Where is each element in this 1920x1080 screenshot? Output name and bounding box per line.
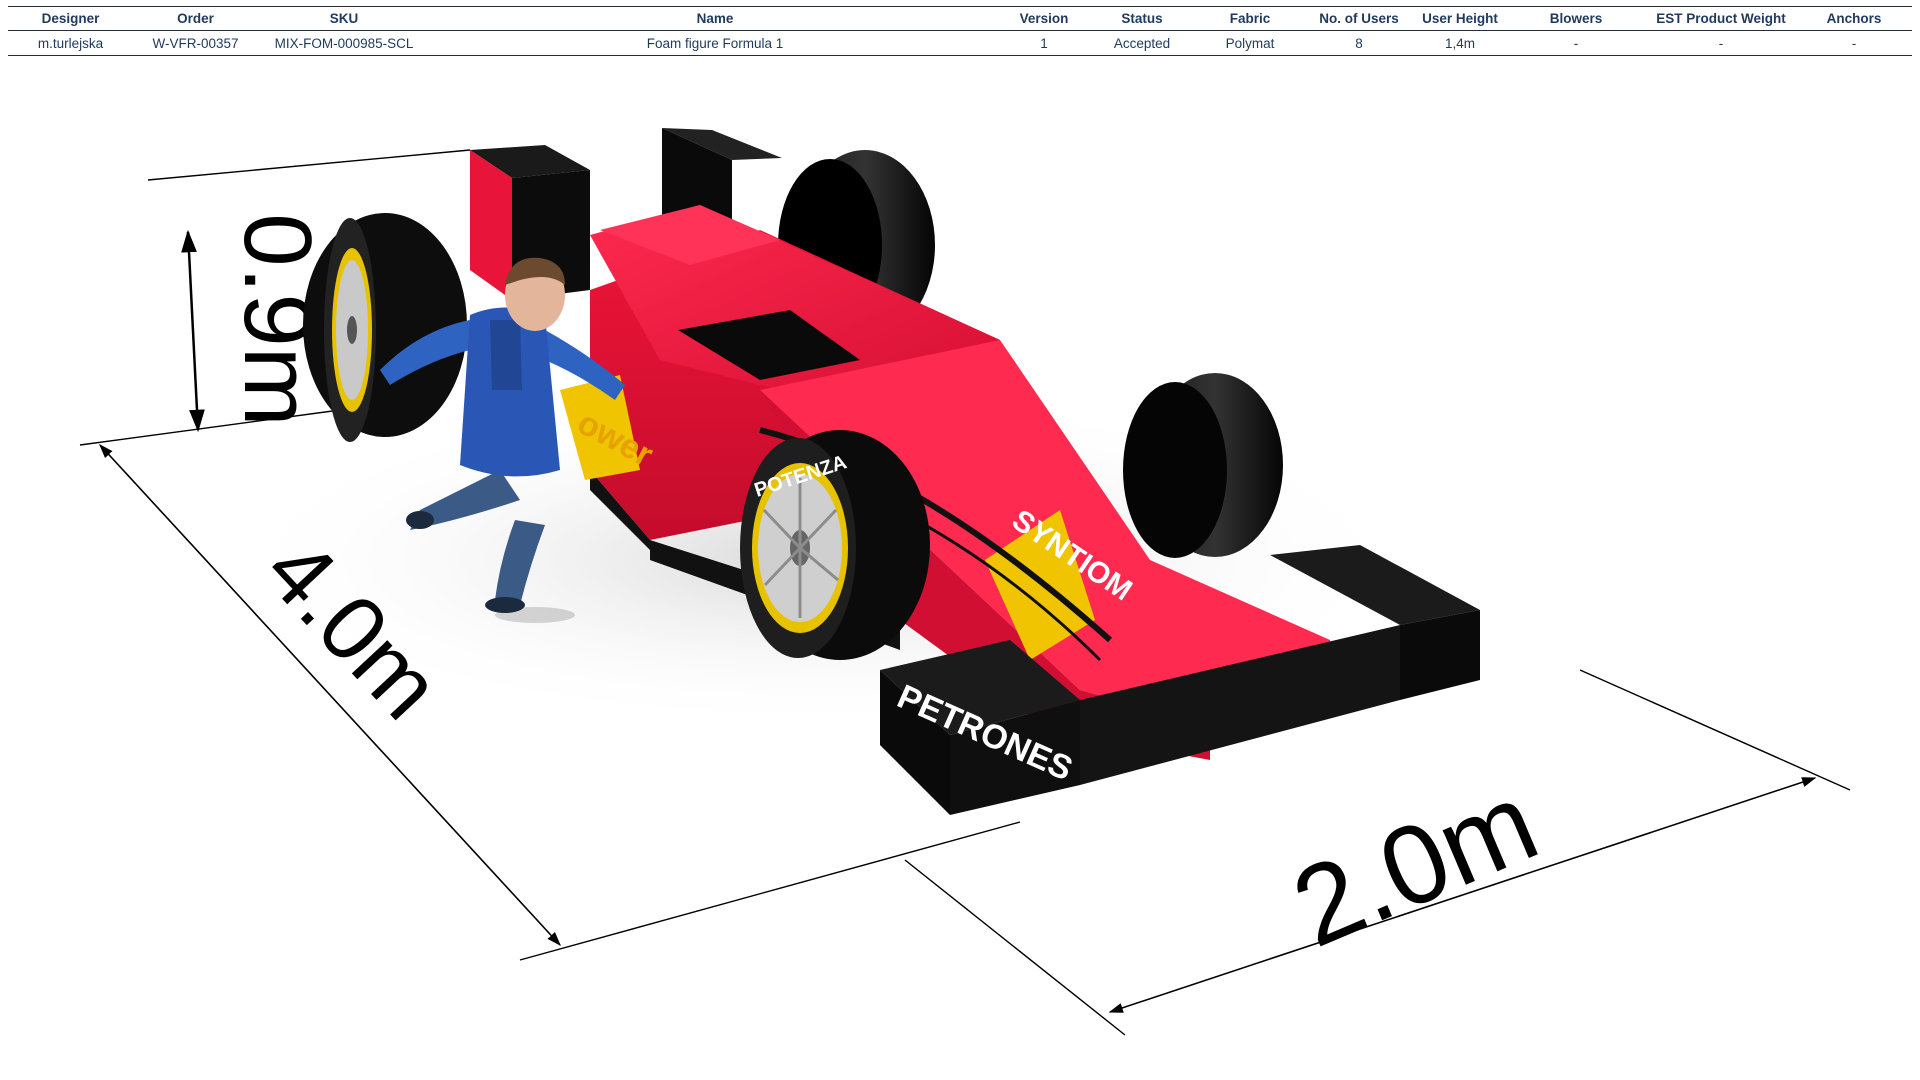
cell-weight: -	[1718, 36, 1724, 51]
cell-designer: m.turlejska	[37, 36, 104, 51]
cell-anchors: -	[1851, 36, 1857, 51]
spec-table: Designer Order SKU Name Version Status F…	[8, 6, 1912, 56]
header-users: No. of Users	[1319, 11, 1399, 26]
width-extension-right	[1579, 669, 1851, 791]
height-arrow	[181, 229, 205, 433]
table-rule	[8, 55, 1912, 56]
cell-blowers: -	[1573, 36, 1579, 51]
product-render-svg: 0.9m 4.0m 2.0m ower SYNTIOM POTENZA PETR…	[79, 128, 1851, 1036]
cell-order: W-VFR-00357	[152, 36, 239, 51]
header-version: Version	[1019, 11, 1069, 26]
width-label: 2.0m	[1276, 758, 1554, 970]
header-name: Name	[696, 11, 734, 26]
table-row: m.turlejska W-VFR-00357 MIX-FOM-000985-S…	[8, 31, 1912, 55]
header-user-height: User Height	[1422, 11, 1498, 26]
cell-sku: MIX-FOM-000985-SCL	[274, 36, 414, 51]
front-left-wheel: POTENZA	[740, 430, 930, 660]
header-weight: EST Product Weight	[1656, 11, 1786, 26]
header-blowers: Blowers	[1549, 11, 1603, 26]
cell-status: Accepted	[1113, 36, 1171, 51]
cell-user-height: 1,4m	[1444, 36, 1475, 51]
cell-users: 8	[1355, 36, 1363, 51]
front-right-wheel	[1123, 373, 1283, 558]
header-sku: SKU	[329, 11, 359, 26]
width-extension-left	[904, 859, 1126, 1036]
cell-name: Foam figure Formula 1	[646, 36, 784, 51]
cell-fabric: Polymat	[1225, 36, 1275, 51]
header-order: Order	[177, 11, 214, 26]
header-fabric: Fabric	[1229, 11, 1271, 26]
table-header-row: Designer Order SKU Name Version Status F…	[8, 6, 1912, 30]
header-designer: Designer	[41, 11, 100, 26]
product-render: 0.9m 4.0m 2.0m ower SYNTIOM POTENZA PETR…	[0, 60, 1920, 1080]
cell-version: 1	[1040, 36, 1048, 51]
height-extension-top	[147, 149, 471, 181]
header-anchors: Anchors	[1826, 11, 1882, 26]
header-status: Status	[1121, 11, 1163, 26]
